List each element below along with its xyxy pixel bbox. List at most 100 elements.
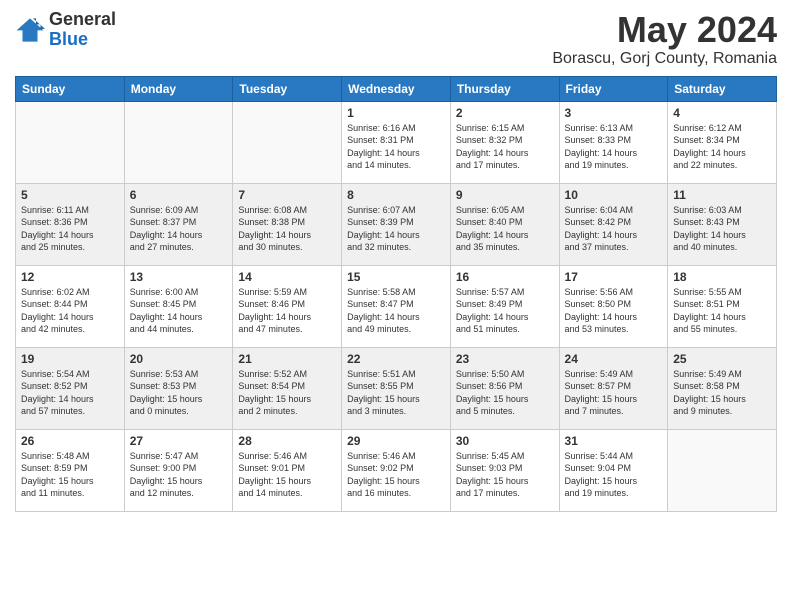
calendar-cell: 13Sunrise: 6:00 AM Sunset: 8:45 PM Dayli… bbox=[124, 265, 233, 347]
main-title: May 2024 bbox=[552, 10, 777, 50]
calendar-table: SundayMondayTuesdayWednesdayThursdayFrid… bbox=[15, 76, 777, 512]
day-number: 9 bbox=[456, 188, 554, 202]
day-number: 5 bbox=[21, 188, 119, 202]
calendar-cell: 6 Sunrise: 6:09 AM Sunset: 8:37 PM Daylig… bbox=[124, 183, 233, 265]
day-number: 17 bbox=[565, 270, 663, 284]
calendar-header-friday: Friday bbox=[559, 76, 668, 101]
day-info: Sunrise: 6:13 AM Sunset: 8:33 PM Dayligh… bbox=[565, 122, 663, 172]
calendar-cell: 22 Sunrise: 5:51 AM Sunset: 8:55 PM Dayli… bbox=[342, 347, 451, 429]
calendar-cell: 26 Sunrise: 5:48 AM Sunset: 8:59 PM Dayli… bbox=[16, 429, 125, 511]
day-info: Sunrise: 5:49 AM Sunset: 8:58 PM Dayligh… bbox=[673, 368, 771, 418]
day-number: 13 bbox=[130, 270, 228, 284]
calendar-cell bbox=[124, 101, 233, 183]
calendar-cell: 25 Sunrise: 5:49 AM Sunset: 8:58 PM Dayli… bbox=[668, 347, 777, 429]
calendar-header-row: SundayMondayTuesdayWednesdayThursdayFrid… bbox=[16, 76, 777, 101]
calendar-cell bbox=[233, 101, 342, 183]
day-info: Sunrise: 5:45 AM Sunset: 9:03 PM Dayligh… bbox=[456, 450, 554, 500]
day-number: 3 bbox=[565, 106, 663, 120]
day-info: Sunrise: 6:02 AM Sunset: 8:44 PM Dayligh… bbox=[21, 286, 119, 336]
calendar-cell: 19 Sunrise: 5:54 AM Sunset: 8:52 PM Dayli… bbox=[16, 347, 125, 429]
calendar-cell: 29 Sunrise: 5:46 AM Sunset: 9:02 PM Dayli… bbox=[342, 429, 451, 511]
day-info: Sunrise: 5:47 AM Sunset: 9:00 PM Dayligh… bbox=[130, 450, 228, 500]
calendar-cell: 17 Sunrise: 5:56 AM Sunset: 8:50 PM Dayli… bbox=[559, 265, 668, 347]
day-number: 22 bbox=[347, 352, 445, 366]
calendar-header-saturday: Saturday bbox=[668, 76, 777, 101]
day-number: 12 bbox=[21, 270, 119, 284]
day-info: Sunrise: 6:11 AM Sunset: 8:36 PM Dayligh… bbox=[21, 204, 119, 254]
calendar-week-3: 12 Sunrise: 6:02 AM Sunset: 8:44 PM Dayli… bbox=[16, 265, 777, 347]
calendar-header-sunday: Sunday bbox=[16, 76, 125, 101]
day-info: Sunrise: 5:46 AM Sunset: 9:02 PM Dayligh… bbox=[347, 450, 445, 500]
calendar-week-5: 26 Sunrise: 5:48 AM Sunset: 8:59 PM Dayli… bbox=[16, 429, 777, 511]
calendar-cell: 20Sunrise: 5:53 AM Sunset: 8:53 PM Dayli… bbox=[124, 347, 233, 429]
day-number: 25 bbox=[673, 352, 771, 366]
day-info: Sunrise: 6:03 AM Sunset: 8:43 PM Dayligh… bbox=[673, 204, 771, 254]
day-info: Sunrise: 5:54 AM Sunset: 8:52 PM Dayligh… bbox=[21, 368, 119, 418]
day-info: Sunrise: 5:59 AM Sunset: 8:46 PM Dayligh… bbox=[238, 286, 336, 336]
day-info: Sunrise: 5:56 AM Sunset: 8:50 PM Dayligh… bbox=[565, 286, 663, 336]
day-number: 10 bbox=[565, 188, 663, 202]
day-info: Sunrise: 6:12 AM Sunset: 8:34 PM Dayligh… bbox=[673, 122, 771, 172]
day-number: 1 bbox=[347, 106, 445, 120]
day-number: 8 bbox=[347, 188, 445, 202]
day-number: 31 bbox=[565, 434, 663, 448]
day-info: Sunrise: 6:09 AM Sunset: 8:37 PM Dayligh… bbox=[130, 204, 228, 254]
day-info: Sunrise: 6:05 AM Sunset: 8:40 PM Dayligh… bbox=[456, 204, 554, 254]
day-info: Sunrise: 6:16 AM Sunset: 8:31 PM Dayligh… bbox=[347, 122, 445, 172]
calendar-cell bbox=[668, 429, 777, 511]
day-info: Sunrise: 5:50 AM Sunset: 8:56 PM Dayligh… bbox=[456, 368, 554, 418]
day-info: Sunrise: 6:04 AM Sunset: 8:42 PM Dayligh… bbox=[565, 204, 663, 254]
calendar-cell: 10 Sunrise: 6:04 AM Sunset: 8:42 PM Dayli… bbox=[559, 183, 668, 265]
logo-blue: Blue bbox=[49, 30, 116, 50]
day-number: 7 bbox=[238, 188, 336, 202]
day-number: 23 bbox=[456, 352, 554, 366]
day-info: Sunrise: 6:08 AM Sunset: 8:38 PM Dayligh… bbox=[238, 204, 336, 254]
calendar-cell: 27 Sunrise: 5:47 AM Sunset: 9:00 PM Dayli… bbox=[124, 429, 233, 511]
day-info: Sunrise: 5:53 AM Sunset: 8:53 PM Dayligh… bbox=[130, 368, 228, 418]
calendar-cell: 4 Sunrise: 6:12 AM Sunset: 8:34 PM Daylig… bbox=[668, 101, 777, 183]
calendar-cell bbox=[16, 101, 125, 183]
calendar-cell: 14Sunrise: 5:59 AM Sunset: 8:46 PM Dayli… bbox=[233, 265, 342, 347]
calendar-cell: 8 Sunrise: 6:07 AM Sunset: 8:39 PM Daylig… bbox=[342, 183, 451, 265]
day-info: Sunrise: 5:57 AM Sunset: 8:49 PM Dayligh… bbox=[456, 286, 554, 336]
calendar-week-1: 1 Sunrise: 6:16 AM Sunset: 8:31 PM Daylig… bbox=[16, 101, 777, 183]
subtitle: Borascu, Gorj County, Romania bbox=[552, 50, 777, 68]
calendar-cell: 11 Sunrise: 6:03 AM Sunset: 8:43 PM Dayli… bbox=[668, 183, 777, 265]
day-number: 24 bbox=[565, 352, 663, 366]
day-info: Sunrise: 6:07 AM Sunset: 8:39 PM Dayligh… bbox=[347, 204, 445, 254]
calendar-cell: 15Sunrise: 5:58 AM Sunset: 8:47 PM Dayli… bbox=[342, 265, 451, 347]
calendar-cell: 7 Sunrise: 6:08 AM Sunset: 8:38 PM Daylig… bbox=[233, 183, 342, 265]
day-info: Sunrise: 5:44 AM Sunset: 9:04 PM Dayligh… bbox=[565, 450, 663, 500]
day-number: 28 bbox=[238, 434, 336, 448]
day-info: Sunrise: 5:46 AM Sunset: 9:01 PM Dayligh… bbox=[238, 450, 336, 500]
title-block: May 2024 Borascu, Gorj County, Romania bbox=[552, 10, 777, 68]
calendar-cell: 24Sunrise: 5:49 AM Sunset: 8:57 PM Dayli… bbox=[559, 347, 668, 429]
day-number: 26 bbox=[21, 434, 119, 448]
calendar-cell: 2 Sunrise: 6:15 AM Sunset: 8:32 PM Daylig… bbox=[450, 101, 559, 183]
day-info: Sunrise: 5:52 AM Sunset: 8:54 PM Dayligh… bbox=[238, 368, 336, 418]
calendar-header-thursday: Thursday bbox=[450, 76, 559, 101]
day-number: 4 bbox=[673, 106, 771, 120]
day-number: 11 bbox=[673, 188, 771, 202]
day-info: Sunrise: 6:15 AM Sunset: 8:32 PM Dayligh… bbox=[456, 122, 554, 172]
day-number: 29 bbox=[347, 434, 445, 448]
calendar-header-tuesday: Tuesday bbox=[233, 76, 342, 101]
day-number: 2 bbox=[456, 106, 554, 120]
day-number: 27 bbox=[130, 434, 228, 448]
logo: General Blue bbox=[15, 10, 116, 50]
page: General Blue May 2024 Borascu, Gorj Coun… bbox=[0, 0, 792, 612]
calendar-cell: 21 Sunrise: 5:52 AM Sunset: 8:54 PM Dayli… bbox=[233, 347, 342, 429]
calendar-cell: 9 Sunrise: 6:05 AM Sunset: 8:40 PM Daylig… bbox=[450, 183, 559, 265]
logo-general: General bbox=[49, 10, 116, 30]
day-info: Sunrise: 5:48 AM Sunset: 8:59 PM Dayligh… bbox=[21, 450, 119, 500]
day-number: 21 bbox=[238, 352, 336, 366]
day-info: Sunrise: 5:58 AM Sunset: 8:47 PM Dayligh… bbox=[347, 286, 445, 336]
calendar-header-wednesday: Wednesday bbox=[342, 76, 451, 101]
day-number: 19 bbox=[21, 352, 119, 366]
calendar-cell: 16Sunrise: 5:57 AM Sunset: 8:49 PM Dayli… bbox=[450, 265, 559, 347]
day-info: Sunrise: 5:51 AM Sunset: 8:55 PM Dayligh… bbox=[347, 368, 445, 418]
day-number: 18 bbox=[673, 270, 771, 284]
day-number: 6 bbox=[130, 188, 228, 202]
calendar-cell: 28 Sunrise: 5:46 AM Sunset: 9:01 PM Dayli… bbox=[233, 429, 342, 511]
calendar-cell: 12 Sunrise: 6:02 AM Sunset: 8:44 PM Dayli… bbox=[16, 265, 125, 347]
